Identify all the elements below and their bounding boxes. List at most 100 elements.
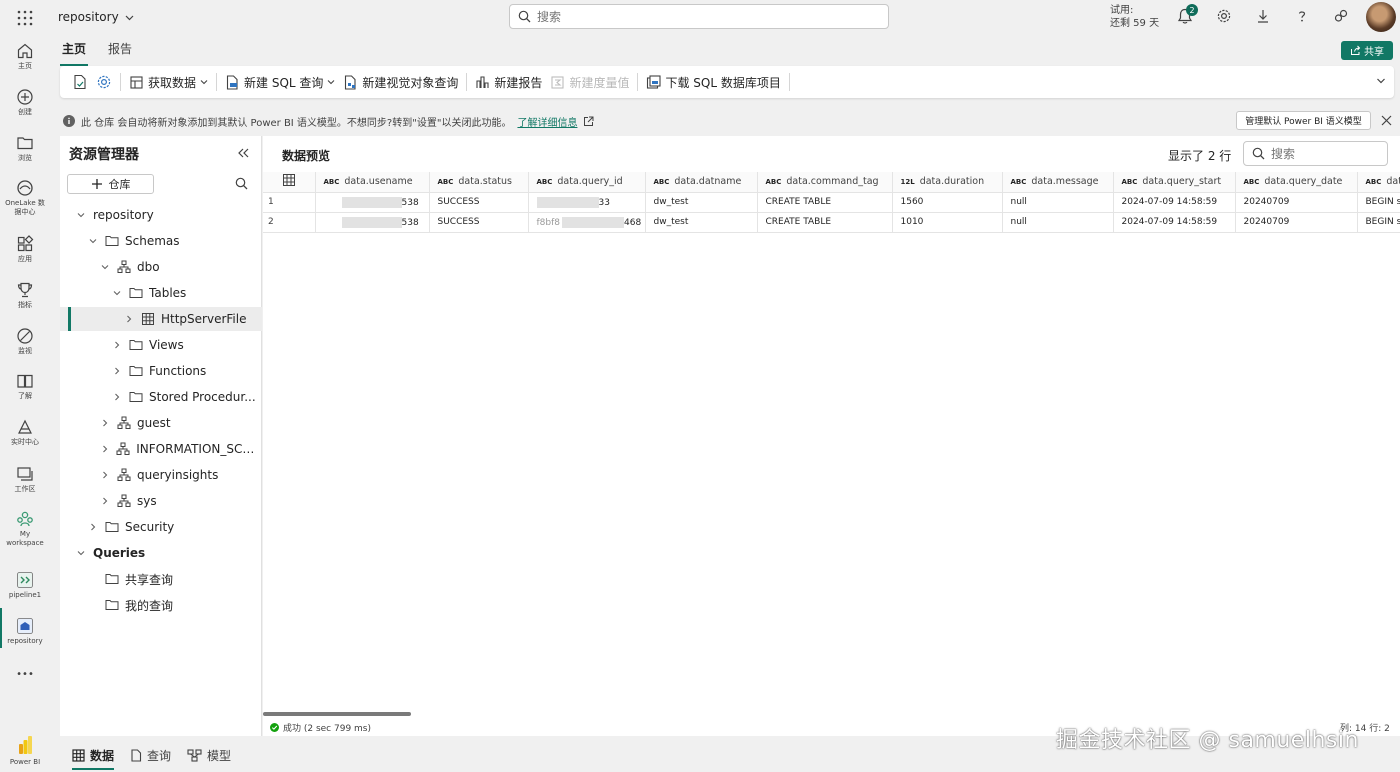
explorer-search-icon[interactable] [235,177,248,190]
rail-item-learn[interactable]: 了解 [0,372,50,401]
new-report-button[interactable]: 新建报告 [471,70,546,94]
global-search-input[interactable] [537,9,857,24]
tree-item-views[interactable]: Views [60,333,262,357]
manage-semantic-model-button[interactable]: 管理默认 Power BI 语义模型 [1236,111,1371,130]
tree-item-schemas[interactable]: Schemas [60,229,262,253]
rail-item-workspaces[interactable]: 工作区 [0,465,50,494]
tab-reporting[interactable]: 报告 [106,40,134,62]
chevron-right-icon[interactable] [87,521,99,533]
table-cell[interactable]: 1010 [892,212,1003,233]
chevron-down-icon[interactable] [99,261,111,273]
column-header[interactable]: ABC dat [1357,172,1400,193]
column-header[interactable]: ABC data.usename [315,172,430,193]
tree-item-guest[interactable]: guest [60,411,262,435]
chevron-down-icon[interactable] [75,209,87,221]
download-sql-project-button[interactable]: 下载 SQL 数据库项目 [642,70,784,94]
rail-item-repository[interactable]: repository [0,617,50,646]
column-header[interactable]: ABC data.command_tag [757,172,893,193]
chevron-right-icon[interactable] [99,469,111,481]
learn-more-link[interactable]: 了解详细信息 [517,114,577,129]
rail-item-monitor[interactable]: 监视 [0,327,50,356]
tab-query[interactable]: 查询 [130,740,171,770]
rail-more-button[interactable]: ••• [0,668,50,680]
chevron-right-icon[interactable] [111,391,123,403]
collapse-pane-icon[interactable] [238,148,249,158]
table-cell[interactable]: null [1002,212,1114,233]
tree-item-shared-queries[interactable]: 共享查询 [60,567,262,591]
tab-data[interactable]: 数据 [72,740,115,770]
table-row[interactable]: 2 538 SUCCESS f8bf8 468 dw_test CREATE TABLE 10… [263,212,1400,233]
tab-home[interactable]: 主页 [60,40,89,66]
table-cell[interactable]: 1560 [892,192,1003,213]
chevron-right-icon[interactable] [99,495,111,507]
table-cell[interactable]: CREATE TABLE [757,192,893,213]
table-cell[interactable]: 33 [528,192,646,213]
table-cell[interactable]: BEGIN s [1357,212,1400,233]
table-cell[interactable]: null [1002,192,1114,213]
tree-item-queries[interactable]: Queries [60,541,262,565]
table-cell[interactable]: CREATE TABLE [757,212,893,233]
rail-item-metrics[interactable]: 指标 [0,281,50,310]
add-warehouse-button[interactable]: 仓库 [67,174,154,194]
tree-item-dbo[interactable]: dbo [60,255,262,279]
table-cell[interactable]: SUCCESS [429,212,529,233]
chevron-down-icon[interactable] [75,547,87,559]
preview-search[interactable] [1243,141,1388,166]
table-cell[interactable]: dw_test [645,192,758,213]
rail-item-realtime[interactable]: 实时中心 [0,418,50,447]
new-visual-query-button[interactable]: 新建视觉对象查询 [339,70,462,94]
global-search[interactable] [509,4,889,29]
table-cell[interactable]: f8bf8 468 [528,212,646,233]
rail-item-apps[interactable]: 应用 [0,235,50,264]
column-header[interactable]: ABC data.query_date [1235,172,1358,193]
tree-item-information-schema[interactable]: INFORMATION_SCHE... [60,437,262,461]
column-header[interactable]: ABC data.message [1002,172,1114,193]
tree-item-queryinsights[interactable]: queryinsights [60,463,262,487]
table-cell[interactable]: 2024-07-09 14:58:59 [1113,212,1236,233]
rail-item-create[interactable]: 创建 [0,88,50,117]
column-header[interactable]: 12L data.duration [892,172,1003,193]
tab-model[interactable]: 模型 [187,740,231,770]
share-feedback-icon[interactable] [1333,8,1351,26]
rail-item-my-workspace[interactable]: My workspace [0,510,50,548]
chevron-down-icon[interactable] [111,287,123,299]
new-sql-query-button[interactable]: 新建 SQL 查询 [221,70,339,94]
column-header[interactable]: ABC data.query_id [528,172,646,193]
ribbon-collapse-chevron-icon[interactable] [1376,76,1386,86]
close-icon[interactable] [1380,114,1393,127]
settings-gear-icon[interactable] [1216,8,1234,26]
table-cell[interactable]: 20240709 [1235,192,1358,213]
chevron-right-icon[interactable] [123,313,135,325]
table-cell[interactable]: 2024-07-09 14:58:59 [1113,192,1236,213]
power-bi-switcher[interactable]: Power BI [10,735,40,766]
chevron-right-icon[interactable] [111,339,123,351]
new-item-button[interactable] [68,70,92,94]
tree-item-tables[interactable]: Tables [60,281,262,305]
rail-item-pipeline1[interactable]: pipeline1 [0,571,50,600]
rail-item-onelake[interactable]: OneLake 数据中心 [0,179,50,217]
preview-search-input[interactable] [1271,146,1371,161]
table-cell[interactable]: SUCCESS [429,192,529,213]
tree-item-httpserverfile[interactable]: HttpServerFile [60,307,262,331]
horizontal-scrollbar[interactable] [263,712,411,716]
tree-item-sys[interactable]: sys [60,489,262,513]
help-icon[interactable] [1294,8,1312,26]
column-header[interactable]: ABC data.query_start [1113,172,1236,193]
get-data-button[interactable]: 获取数据 [125,70,212,94]
chevron-right-icon[interactable] [99,417,111,429]
new-measure-button[interactable]: 新建度量值 [546,70,633,94]
chevron-right-icon[interactable] [111,365,123,377]
table-cell[interactable]: dw_test [645,212,758,233]
workspace-switcher[interactable]: repository [58,10,134,24]
rail-item-browse[interactable]: 浏览 [0,134,50,163]
chevron-right-icon[interactable] [99,443,110,455]
rail-item-home[interactable]: 主页 [0,42,50,71]
tree-item-stored-procedures[interactable]: Stored Procedur... [60,385,262,409]
app-launcher-icon[interactable] [16,9,34,27]
user-avatar[interactable] [1366,2,1396,32]
tree-item-my-queries[interactable]: 我的查询 [60,593,262,617]
tree-item-repository[interactable]: repository [60,203,262,227]
settings-button[interactable] [92,70,116,94]
table-cell[interactable]: BEGIN s [1357,192,1400,213]
column-header[interactable]: ABC data.datname [645,172,758,193]
